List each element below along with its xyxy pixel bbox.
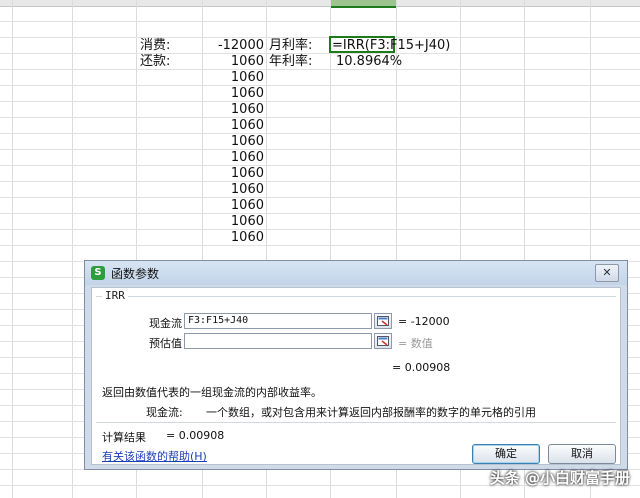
grid-line bbox=[0, 53, 640, 54]
cell-repayment[interactable]: 1060 bbox=[202, 134, 264, 150]
range-select-icon bbox=[377, 336, 389, 346]
cell-annual-value[interactable]: 10.8964% bbox=[336, 54, 402, 70]
grid-line bbox=[0, 101, 640, 102]
grid-line bbox=[0, 117, 640, 118]
grid-line bbox=[0, 229, 640, 230]
cancel-button[interactable]: 取消 bbox=[548, 444, 616, 464]
grid-line bbox=[72, 0, 73, 498]
param-description-label: 现金流: bbox=[146, 406, 183, 419]
help-link[interactable]: 有关该函数的帮助(H) bbox=[102, 448, 207, 464]
calc-result-label: 计算结果 bbox=[102, 431, 146, 444]
cell-repayment[interactable]: 1060 bbox=[202, 198, 264, 214]
grid-line bbox=[0, 245, 640, 246]
cell-label-cost[interactable]: 消费: bbox=[140, 38, 170, 54]
cell-cost-value[interactable]: -12000 bbox=[202, 38, 264, 54]
dialog-body: IRR 现金流 F3:F15+J40 = -12000 预估值 = 数值 = 0… bbox=[91, 287, 621, 465]
close-icon: ✕ bbox=[602, 266, 612, 279]
cell-repayment[interactable]: 1060 bbox=[202, 150, 264, 166]
close-button[interactable]: ✕ bbox=[595, 264, 619, 282]
arg-input-guess[interactable] bbox=[184, 333, 372, 349]
range-select-button[interactable] bbox=[374, 313, 392, 329]
cell-repayment[interactable]: 1060 bbox=[202, 86, 264, 102]
cell-repayment[interactable]: 1060 bbox=[202, 214, 264, 230]
app-s-icon: S bbox=[91, 266, 105, 280]
grid-line bbox=[0, 69, 640, 70]
ok-button[interactable]: 确定 bbox=[472, 444, 540, 464]
grid-line bbox=[0, 197, 640, 198]
grid-line bbox=[0, 181, 640, 182]
grid-line bbox=[0, 133, 640, 134]
grid-line bbox=[12, 0, 13, 498]
arg-result-cashflow: = -12000 bbox=[398, 315, 450, 328]
cell-repayment[interactable]: 1060 bbox=[202, 118, 264, 134]
active-column-header[interactable] bbox=[330, 0, 396, 8]
function-name: IRR bbox=[102, 289, 128, 302]
grid-line bbox=[0, 21, 640, 22]
arg-result-guess: = 数值 bbox=[398, 337, 433, 350]
arguments-group: IRR 现金流 F3:F15+J40 = -12000 预估值 = 数值 = 0… bbox=[96, 289, 616, 374]
grid-line bbox=[0, 37, 640, 38]
grid-line bbox=[0, 165, 640, 166]
cell-repayment[interactable]: 1060 bbox=[202, 166, 264, 182]
grid-line bbox=[0, 213, 640, 214]
column-header-strip[interactable] bbox=[0, 0, 640, 7]
function-result: = 0.00908 bbox=[392, 361, 451, 374]
cell-label-annual[interactable]: 年利率: bbox=[269, 54, 312, 70]
divider bbox=[96, 422, 616, 423]
cell-repayment[interactable]: 1060 bbox=[202, 70, 264, 86]
grid-line bbox=[0, 149, 640, 150]
function-description: 返回由数值代表的一组现金流的内部收益率。 bbox=[102, 386, 322, 399]
calc-result-value: = 0.00908 bbox=[166, 429, 225, 442]
cell-label-repay[interactable]: 还款: bbox=[140, 54, 170, 70]
watermark-text: 头条 @小白财富手册 bbox=[489, 469, 630, 487]
function-arguments-dialog[interactable]: S 函数参数 ✕ IRR 现金流 F3:F15+J40 = -12000 预估值 bbox=[84, 260, 628, 470]
cell-formula[interactable]: =IRR(F3:F15+J40) bbox=[332, 38, 450, 54]
range-select-icon bbox=[377, 316, 389, 326]
param-description: 一个数组，或对包含用来计算返回内部报酬率的数字的单元格的引用 bbox=[206, 406, 536, 419]
cell-label-monthly[interactable]: 月利率: bbox=[269, 38, 312, 54]
arg-input-cashflow[interactable]: F3:F15+J40 bbox=[184, 313, 372, 329]
dialog-titlebar[interactable]: S 函数参数 ✕ bbox=[85, 261, 627, 285]
grid-line bbox=[0, 85, 640, 86]
cell-repayment[interactable]: 1060 bbox=[202, 102, 264, 118]
cell-repayment[interactable]: 1060 bbox=[202, 54, 264, 70]
cell-repayment[interactable]: 1060 bbox=[202, 230, 264, 246]
cell-repayment[interactable]: 1060 bbox=[202, 182, 264, 198]
arg-label-guess: 预估值 bbox=[149, 337, 182, 350]
dialog-title: 函数参数 bbox=[111, 267, 160, 281]
arg-label-cashflow: 现金流 bbox=[149, 317, 182, 330]
range-select-button[interactable] bbox=[374, 333, 392, 349]
